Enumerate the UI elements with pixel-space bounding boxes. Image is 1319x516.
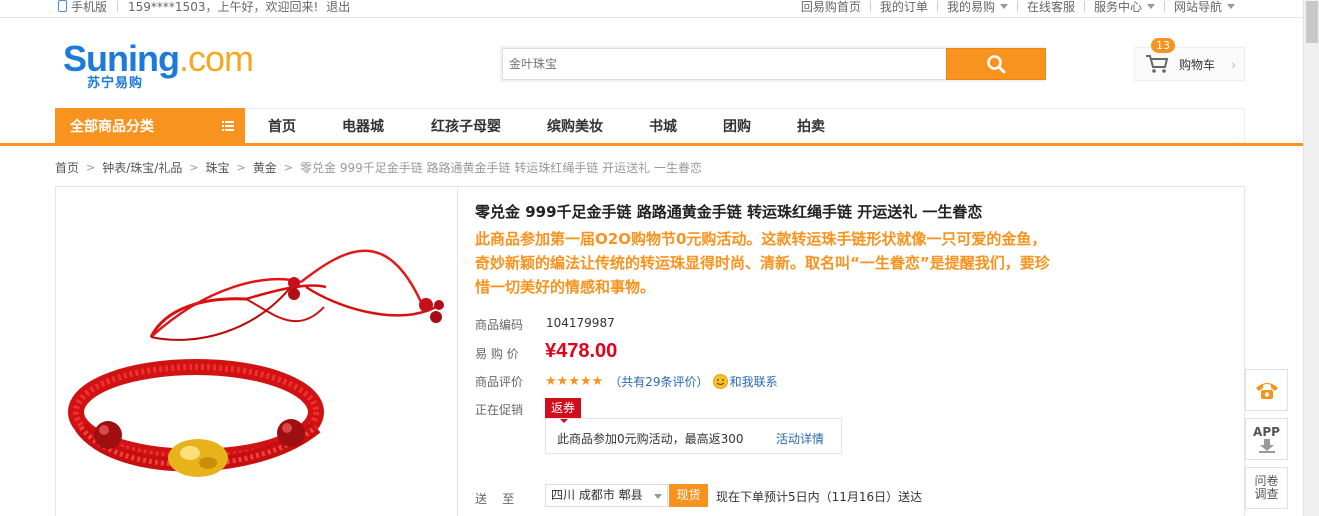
nav-link-mother-baby[interactable]: 红孩子母婴: [431, 116, 501, 136]
smiley-icon: [712, 374, 728, 389]
breadcrumb-item[interactable]: 首页: [55, 159, 79, 176]
delivery-estimate: 现在下单预计5日内（11月16日）送达: [716, 490, 923, 504]
topbar-link-site-nav[interactable]: 网站导航: [1174, 0, 1235, 15]
chevron-right-icon: >: [236, 160, 246, 174]
address-value: 四川 成都市 郫县: [551, 488, 643, 502]
survey-line2: 调查: [1254, 487, 1279, 501]
stock-badge: 现货: [669, 484, 708, 507]
product-code-value: 104179987: [546, 316, 615, 330]
star-icon: ★: [591, 374, 604, 389]
topbar-right: 回易购首页 我的订单 我的易购 在线客服 服务中心 网站导航: [801, 0, 1235, 14]
cart-button[interactable]: 13 购物车 ›: [1134, 38, 1245, 81]
promo-description: 此商品参加第一届O2O购物节0元购活动。这款转运珠手链形状就像一只可爱的金鱼，奇…: [475, 230, 1050, 296]
search-bar: [500, 46, 1046, 82]
breadcrumb-current: 零兑金 999千足金手链 路路通黄金手链 转运珠红绳手链 开运送礼 一生眷恋: [300, 160, 702, 175]
breadcrumb: 首页 > 钟表/珠宝/礼品 > 珠宝 > 黄金 > 零兑金 999千足金手链 路…: [55, 159, 702, 175]
search-button[interactable]: [946, 48, 1046, 80]
rating-row: ★ ★ ★ ★ ★ （共有29条评价） 和我联系: [545, 373, 778, 390]
ship-to-label: 送 至: [475, 492, 515, 506]
scrollbar-thumb[interactable]: [1306, 1, 1318, 43]
topbar-link-my-suning[interactable]: 我的易购: [947, 0, 1008, 15]
divider: [936, 0, 938, 12]
product-image[interactable]: [56, 187, 458, 516]
chevron-down-icon: [1227, 3, 1235, 9]
address-select[interactable]: 四川 成都市 郫县: [545, 484, 668, 507]
all-categories-label: 全部商品分类: [70, 118, 154, 135]
coupon-text: 此商品参加0元购活动，最高返300: [557, 432, 744, 446]
price-label: 易 购 价: [475, 347, 519, 361]
star-icon: ★: [568, 374, 580, 389]
app-label: APP: [1253, 424, 1280, 439]
divider: [869, 0, 871, 12]
topbar-link-home[interactable]: 回易购首页: [801, 0, 861, 15]
nav-link-appliances[interactable]: 电器城: [342, 116, 384, 136]
logout-link[interactable]: 退出: [326, 0, 350, 15]
logo-chinese-text: 苏宁易购: [87, 76, 144, 91]
nav-link-books[interactable]: 书城: [649, 116, 677, 136]
logo-com-text: .com: [178, 38, 254, 79]
greeting-text: 159****1503，上午好，欢迎回来!: [128, 0, 319, 14]
breadcrumb-item[interactable]: 黄金: [253, 159, 277, 176]
app-download-button[interactable]: APP: [1245, 418, 1288, 460]
main-nav: 全部商品分类 首页 电器城 红孩子母婴 缤购美妆 书城 团购 拍卖: [0, 108, 1303, 146]
contact-seller-link[interactable]: 和我联系: [730, 373, 778, 390]
promotion-label: 正在促销: [475, 403, 524, 417]
search-input[interactable]: [502, 48, 946, 80]
divider: [1163, 0, 1165, 12]
chevron-down-icon: [999, 3, 1008, 9]
shopping-cart-icon: [1146, 55, 1169, 73]
star-icon: ★: [579, 374, 592, 389]
chevron-down-icon: [654, 494, 662, 499]
nav-link-auction[interactable]: 拍卖: [797, 116, 825, 136]
bracelet-image: [68, 249, 444, 477]
top-bar: 手机版 159****1503，上午好，欢迎回来! 退出 回易购首页 我的订单 …: [0, 0, 1303, 18]
nav-link-beauty[interactable]: 缤购美妆: [547, 116, 603, 136]
survey-button[interactable]: 问卷 调查: [1245, 467, 1288, 509]
topbar-link-orders[interactable]: 我的订单: [880, 0, 928, 15]
vertical-scrollbar[interactable]: [1303, 0, 1319, 516]
divider: [1083, 0, 1085, 12]
phone-icon: [1255, 383, 1278, 399]
topbar-left: 手机版 159****1503，上午好，欢迎回来! 退出: [58, 0, 350, 14]
download-icon: [1258, 438, 1275, 453]
activity-details-link[interactable]: 活动详情: [776, 430, 824, 447]
chevron-down-icon: [1146, 3, 1155, 9]
breadcrumb-item[interactable]: 珠宝: [206, 159, 230, 176]
list-icon: [222, 121, 234, 131]
coupon-tag: 返券: [545, 398, 581, 423]
topbar-link-online-service[interactable]: 在线客服: [1027, 0, 1075, 15]
chevron-right-icon: ›: [1231, 58, 1236, 72]
mobile-version-link[interactable]: 手机版: [71, 0, 107, 15]
rating-label: 商品评价: [475, 375, 524, 389]
star-icon: ★: [545, 374, 557, 389]
cart-label: 购物车: [1179, 57, 1216, 72]
cart-count-badge: 13: [1151, 38, 1175, 53]
topbar-link-service-center[interactable]: 服务中心: [1094, 0, 1155, 15]
nav-links: 首页 电器城 红孩子母婴 缤购美妆 书城 团购 拍卖: [268, 108, 871, 143]
all-categories-button[interactable]: 全部商品分类: [55, 108, 245, 143]
chevron-right-icon: >: [189, 160, 199, 174]
divider: [1016, 0, 1018, 12]
suning-logo[interactable]: Suning.com 苏宁易购: [63, 38, 263, 92]
coupon-box: 此商品参加0元购活动，最高返300 活动详情: [545, 418, 842, 454]
chevron-right-icon: >: [86, 160, 96, 174]
breadcrumb-item[interactable]: 钟表/珠宝/礼品: [102, 159, 182, 176]
price-value: ¥478.00: [545, 340, 618, 362]
product-title: 零兑金 999千足金手链 路路通黄金手链 转运珠红绳手链 开运送礼 一生眷恋: [475, 203, 983, 221]
product-code-label: 商品编码: [475, 318, 524, 332]
star-icon: ★: [556, 374, 569, 389]
divider: [117, 0, 119, 12]
mobile-phone-icon: [58, 0, 67, 12]
nav-link-home[interactable]: 首页: [268, 116, 296, 136]
search-icon: [987, 55, 1006, 74]
nav-link-group-buy[interactable]: 团购: [723, 116, 751, 136]
phone-service-button[interactable]: [1245, 369, 1288, 411]
chevron-right-icon: >: [283, 160, 294, 174]
review-count-link[interactable]: （共有29条评价）: [609, 373, 708, 390]
